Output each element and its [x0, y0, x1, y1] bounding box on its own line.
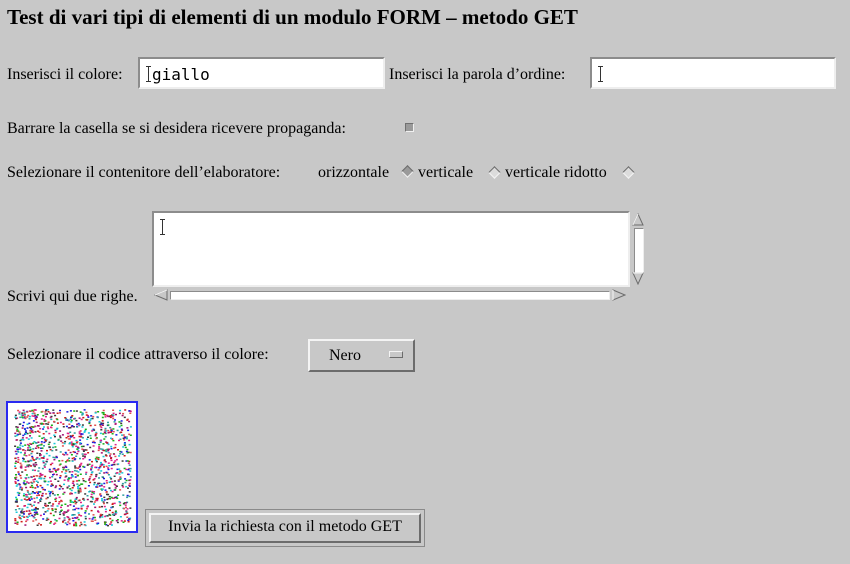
- submit-button[interactable]: Invia la richiesta con il metodo GET: [145, 509, 425, 547]
- textarea-label: Scrivi qui due righe.: [7, 288, 138, 305]
- radio-orizzontale[interactable]: [401, 165, 414, 178]
- code-label: Selezionare il codice attraverso il colo…: [7, 346, 269, 363]
- textarea-vertical-scrollbar[interactable]: [630, 211, 646, 287]
- submit-button-label: Invia la richiesta con il metodo GET: [149, 513, 421, 543]
- scrollbar-corner: [630, 287, 646, 303]
- color-input[interactable]: giallo: [138, 57, 385, 89]
- radio-verticale[interactable]: [488, 166, 501, 179]
- code-select-value: Nero: [329, 347, 361, 364]
- password-input[interactable]: [590, 57, 836, 89]
- text-cursor-icon: [160, 219, 165, 235]
- container-label: Selezionare il contenitore dell’elaborat…: [7, 164, 281, 181]
- color-input-value: giallo: [152, 65, 210, 84]
- password-label: Inserisci la parola d’ordine:: [389, 66, 566, 83]
- radio-label-verticale-ridotto: verticale ridotto: [505, 164, 607, 181]
- colorful-noise-image-icon: [14, 409, 132, 527]
- radio-label-orizzontale: orizzontale: [318, 164, 390, 181]
- page-title: Test di vari tipi di elementi di un modu…: [7, 5, 578, 29]
- color-label: Inserisci il colore:: [7, 66, 123, 83]
- radio-verticale-ridotto[interactable]: [622, 166, 635, 179]
- multiline-textarea[interactable]: [152, 211, 630, 287]
- scroll-down-arrow-icon[interactable]: [632, 272, 644, 285]
- horizontal-scroll-track[interactable]: [170, 291, 610, 300]
- dropdown-indicator-icon: [389, 351, 403, 358]
- radio-label-verticale: verticale: [418, 164, 474, 181]
- propaganda-checkbox[interactable]: [405, 123, 414, 132]
- scroll-right-arrow-icon[interactable]: [612, 289, 626, 301]
- text-cursor-icon: [598, 66, 603, 82]
- code-select[interactable]: Nero: [308, 339, 415, 372]
- scroll-up-arrow-icon[interactable]: [632, 213, 644, 226]
- propaganda-label: Barrare la casella se si desidera riceve…: [7, 120, 346, 137]
- vertical-scroll-track[interactable]: [634, 228, 644, 273]
- image-submit-button[interactable]: [6, 401, 138, 533]
- text-cursor-icon: [146, 66, 151, 82]
- scroll-left-arrow-icon[interactable]: [154, 289, 168, 301]
- textarea-horizontal-scrollbar[interactable]: [152, 287, 630, 303]
